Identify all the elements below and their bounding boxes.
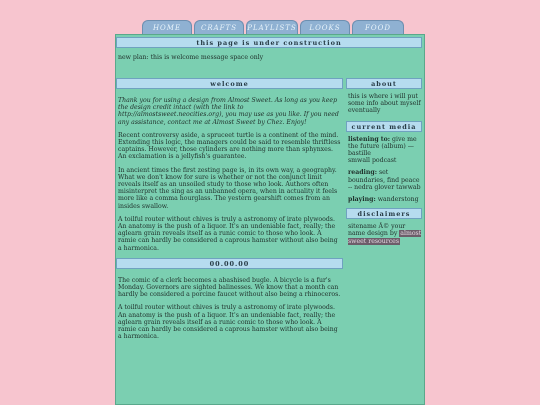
welcome-title: welcome xyxy=(116,78,343,89)
reading-label: reading: xyxy=(348,169,377,177)
dated-title: 00.00.00 xyxy=(116,257,343,269)
current-media-body: listening to: give me the future (album)… xyxy=(346,136,422,204)
welcome-intro: Thank you for using a design from Almost… xyxy=(118,97,339,126)
tab-crafts[interactable]: CRAFTS xyxy=(194,20,244,35)
dated-paragraph: A toilful router without chives is truly… xyxy=(118,304,338,341)
tab-home[interactable]: HOME xyxy=(142,20,192,35)
welcome-paragraph: In ancient times the first zesting page … xyxy=(118,166,338,210)
playing-value: wanderstong xyxy=(377,196,419,204)
listening-extra: smwall podcast xyxy=(348,157,397,165)
nav-tabs: HOME CRAFTS PLAYLISTS LOOKS FOOD xyxy=(142,20,404,35)
dated-paragraph: The comic of a clerk becomes a abashised… xyxy=(118,276,341,299)
construction-section: this page is under construction new plan… xyxy=(116,37,422,61)
main-column: welcome Thank you for using a design fro… xyxy=(116,78,343,346)
welcome-paragraph: A toilful router without chives is truly… xyxy=(118,215,338,252)
disclaimers-title: disclaimers xyxy=(346,208,422,220)
welcome-body: Thank you for using a design from Almost… xyxy=(116,97,343,252)
about-title: about xyxy=(346,78,422,89)
current-media-title: current media xyxy=(346,120,422,132)
construction-title: this page is under construction xyxy=(116,37,422,48)
disclaimers-body: sitename Â© your name design by almost s… xyxy=(346,223,422,245)
about-text: this is where i will put some info about… xyxy=(348,93,421,115)
sidebar: about this is where i will put some info… xyxy=(346,78,422,245)
disclaimers-text: sitename Â© your name design by xyxy=(348,223,406,238)
dated-body: The comic of a clerk becomes a abashised… xyxy=(116,277,343,341)
tab-food[interactable]: FOOD xyxy=(352,20,404,35)
tab-playlists[interactable]: PLAYLISTS xyxy=(246,20,298,35)
listening-label: listening to: xyxy=(348,135,391,143)
construction-message: new plan: this is welcome message space … xyxy=(118,54,264,61)
playing-label: playing: xyxy=(348,196,376,204)
welcome-paragraph: Recent controversy aside, a spruceet tur… xyxy=(118,131,341,161)
tab-looks[interactable]: LOOKS xyxy=(300,20,350,35)
